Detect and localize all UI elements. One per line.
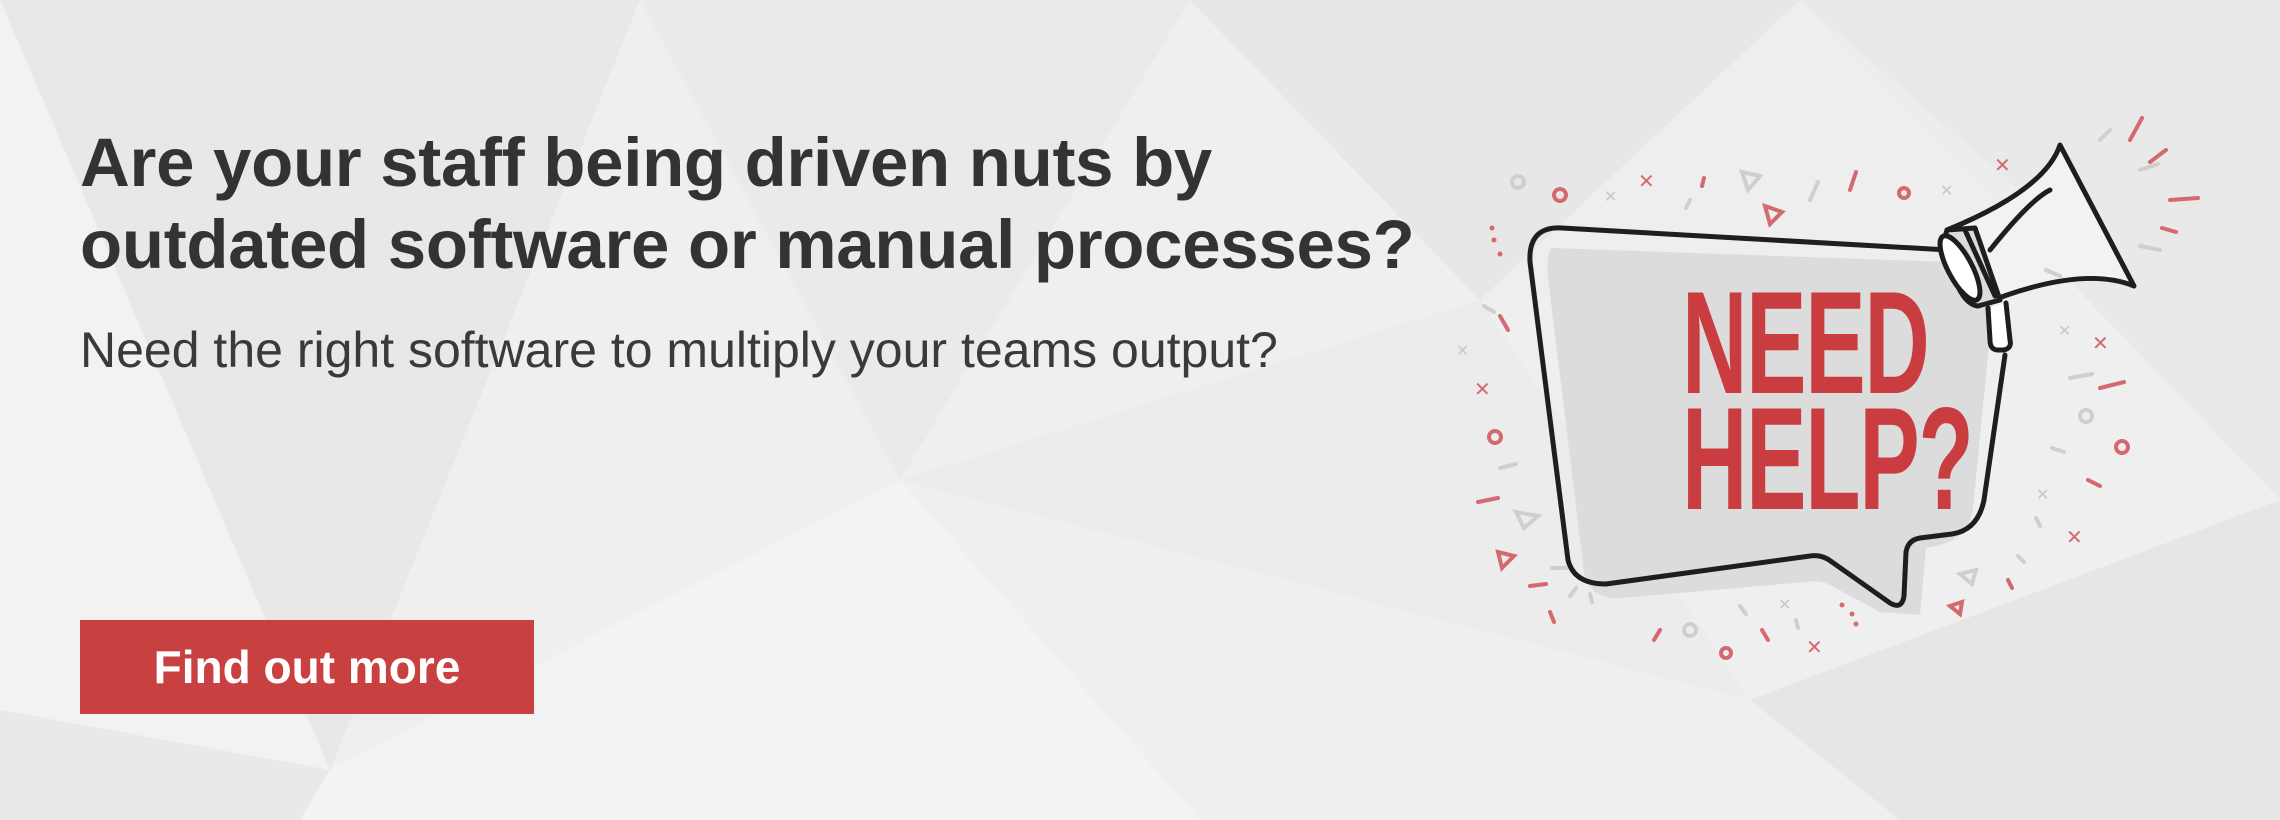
svg-text:✕: ✕ [2066, 525, 2083, 549]
svg-text:✕: ✕ [1638, 169, 1655, 193]
help-text: HELP? [1682, 377, 1974, 540]
svg-text:✕: ✕ [2092, 331, 2109, 355]
svg-text:✕: ✕ [1940, 181, 1953, 200]
svg-text:✕: ✕ [1806, 635, 1823, 659]
svg-text:✕: ✕ [1604, 187, 1617, 206]
need-help-text: NEED HELP? [1682, 270, 1974, 540]
svg-text:✕: ✕ [1474, 377, 1491, 401]
svg-text:✕: ✕ [1778, 595, 1791, 614]
headline-line-1: Are your staff being driven nuts by [80, 124, 1213, 201]
subtitle: Need the right software to multiply your… [80, 322, 1278, 378]
svg-text:✕: ✕ [2036, 485, 2049, 504]
svg-text:✕: ✕ [2058, 321, 2071, 340]
find-out-more-button[interactable]: Find out more [80, 620, 534, 714]
headline-line-2: outdated software or manual processes? [80, 206, 1415, 283]
svg-text:✕: ✕ [1456, 341, 1469, 360]
headline: Are your staff being driven nuts by outd… [80, 122, 1500, 286]
svg-text:✕: ✕ [1994, 153, 2011, 177]
